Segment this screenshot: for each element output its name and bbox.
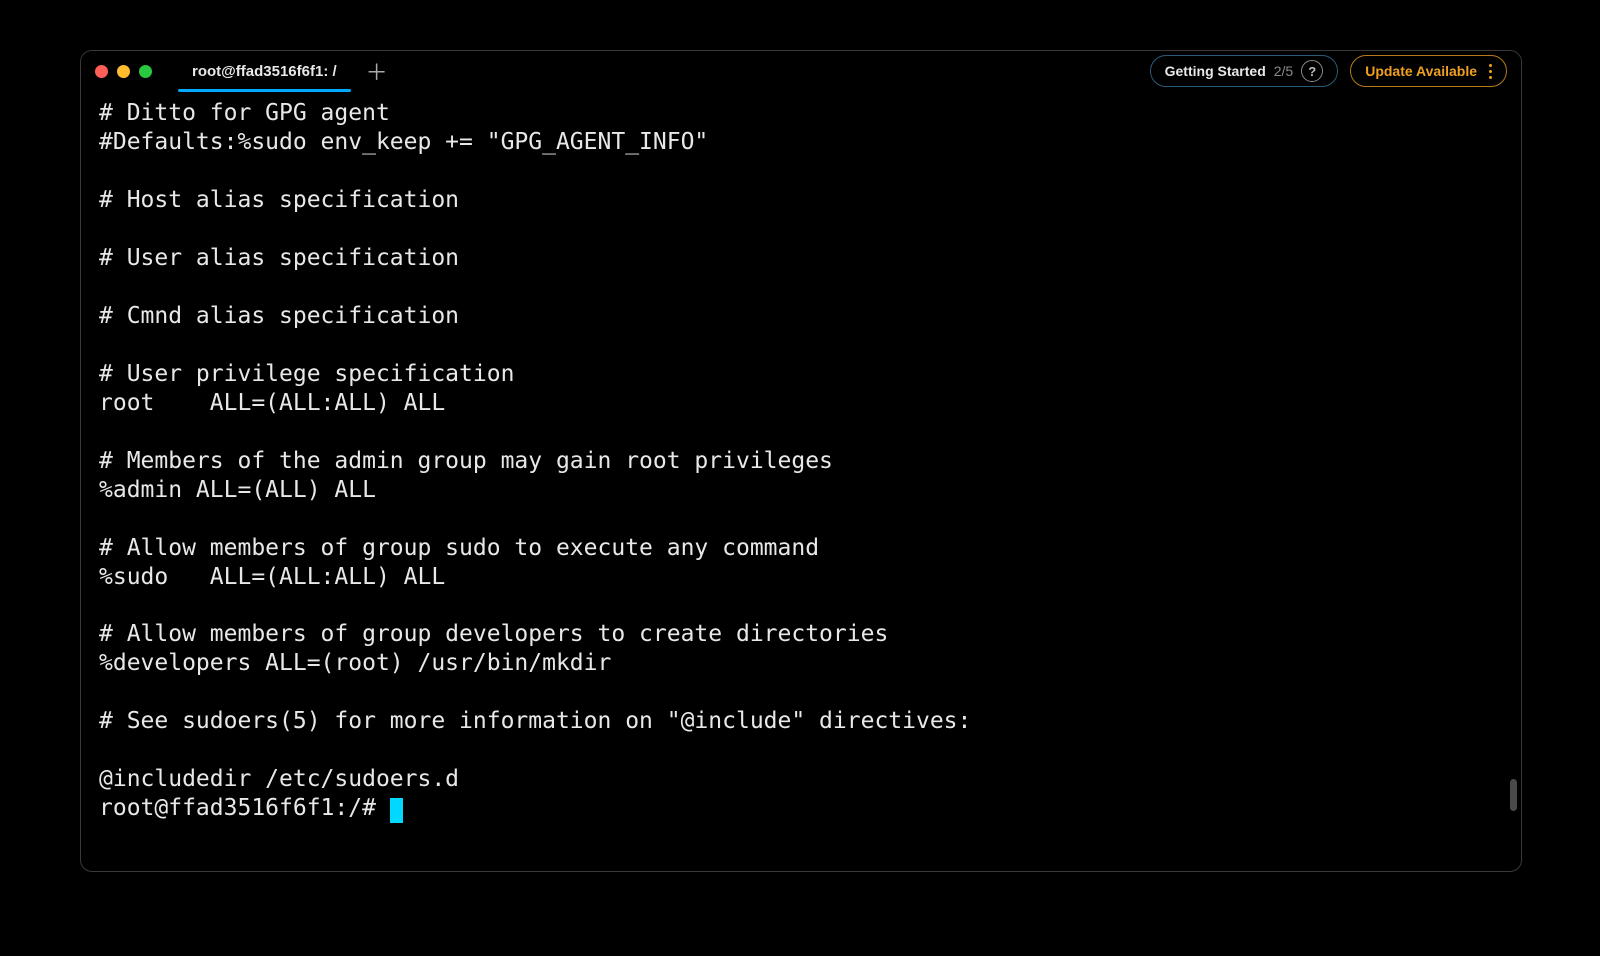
getting-started-progress: 2/5 bbox=[1274, 63, 1293, 79]
terminal-text: # Ditto for GPG agent #Defaults:%sudo en… bbox=[99, 100, 971, 792]
maximize-window-button[interactable] bbox=[139, 65, 152, 78]
close-window-button[interactable] bbox=[95, 65, 108, 78]
title-bar: root@ffad3516f6f1: / ＋ Getting Started 2… bbox=[81, 51, 1521, 91]
cursor-icon bbox=[390, 798, 403, 823]
minimize-window-button[interactable] bbox=[117, 65, 130, 78]
tab-terminal[interactable]: root@ffad3516f6f1: / bbox=[170, 51, 359, 91]
getting-started-button[interactable]: Getting Started 2/5 ? bbox=[1150, 55, 1339, 87]
terminal-output[interactable]: # Ditto for GPG agent #Defaults:%sudo en… bbox=[81, 91, 1521, 871]
new-tab-button[interactable]: ＋ bbox=[359, 51, 395, 91]
help-icon: ? bbox=[1301, 60, 1323, 82]
window-controls bbox=[95, 65, 152, 78]
update-label: Update Available bbox=[1365, 63, 1477, 79]
tab-bar: root@ffad3516f6f1: / ＋ bbox=[170, 51, 395, 91]
shell-prompt: root@ffad3516f6f1:/# bbox=[99, 795, 390, 821]
scrollbar-thumb[interactable] bbox=[1510, 779, 1517, 811]
terminal-window: root@ffad3516f6f1: / ＋ Getting Started 2… bbox=[80, 50, 1522, 872]
getting-started-label: Getting Started bbox=[1165, 63, 1266, 79]
tab-title: root@ffad3516f6f1: / bbox=[192, 63, 337, 80]
title-bar-actions: Getting Started 2/5 ? Update Available bbox=[1150, 55, 1507, 87]
plus-icon: ＋ bbox=[366, 55, 388, 87]
update-available-button[interactable]: Update Available bbox=[1350, 55, 1507, 87]
kebab-icon bbox=[1485, 64, 1492, 79]
